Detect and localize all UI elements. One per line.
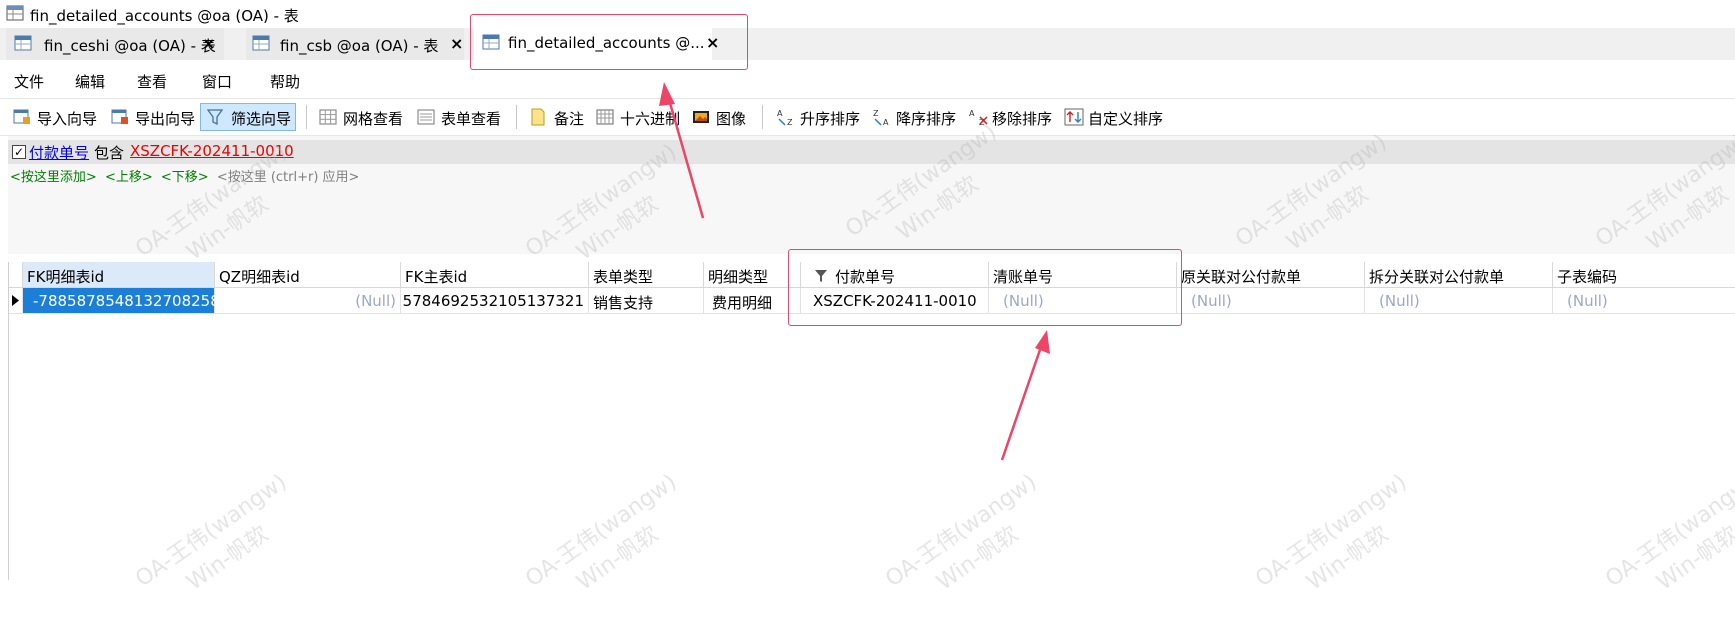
annotation-arrows <box>659 82 1050 461</box>
arrow-to-tab <box>659 82 705 219</box>
arrow-to-columns <box>1000 330 1050 461</box>
